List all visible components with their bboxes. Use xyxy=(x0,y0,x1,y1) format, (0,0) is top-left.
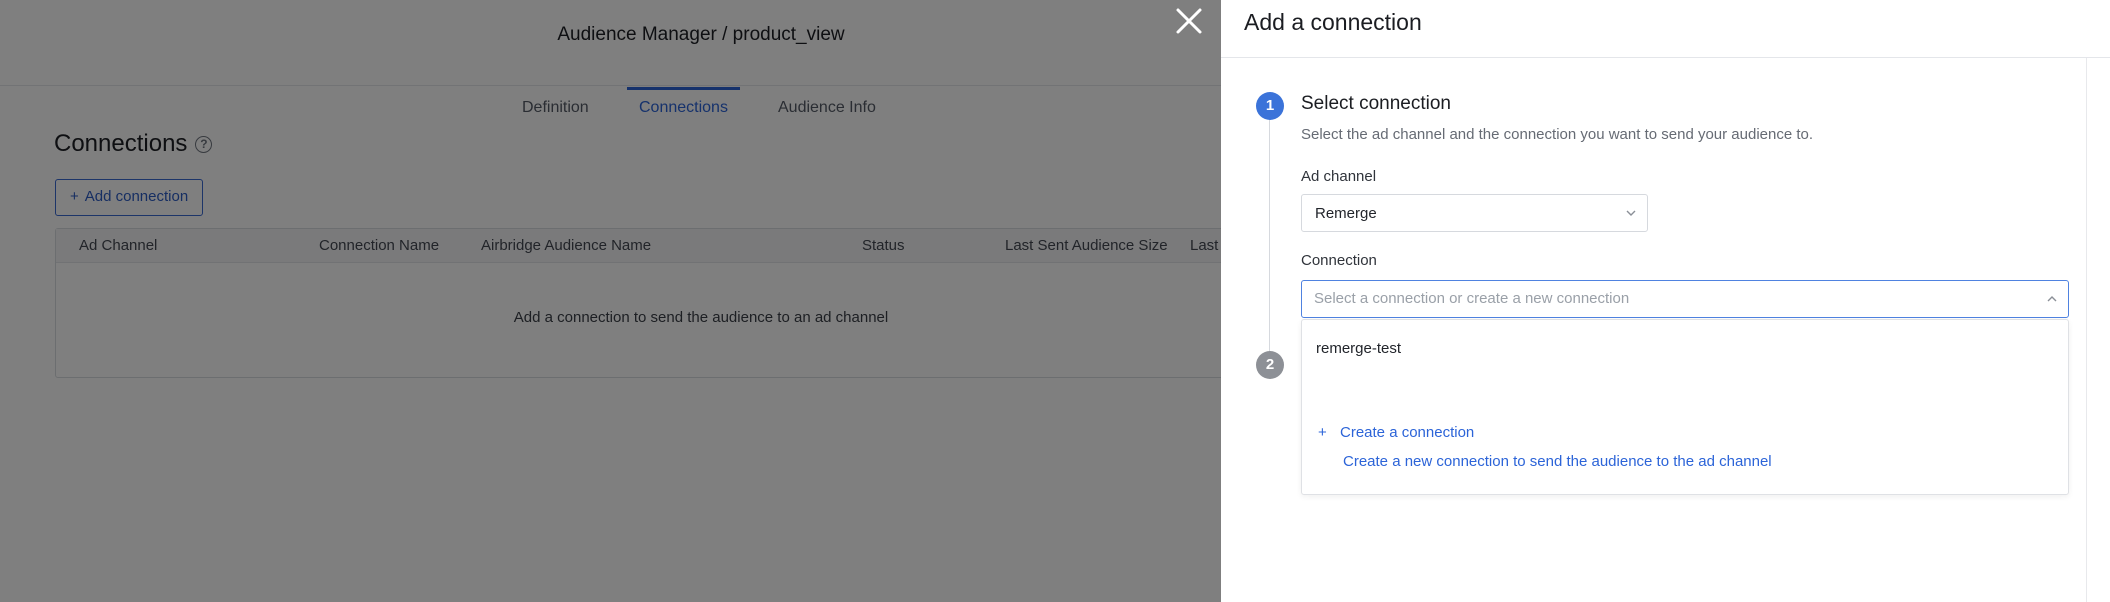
add-connection-drawer: Add a connection 1 2 Select connection S… xyxy=(1221,0,2110,602)
step-connector-line xyxy=(1269,118,1270,358)
connection-label: Connection xyxy=(1301,252,1377,269)
create-connection-label: Create a connection xyxy=(1340,424,1475,441)
connection-dropdown-menu: remerge-test + Create a connection Create… xyxy=(1301,319,2069,495)
drawer-title: Add a connection xyxy=(1244,9,1422,35)
modal-overlay[interactable] xyxy=(0,0,1221,602)
step-1-indicator: 1 xyxy=(1256,92,1284,120)
connection-select[interactable]: Select a connection or create a new conn… xyxy=(1301,280,2069,318)
ad-channel-select[interactable]: Remerge xyxy=(1301,194,1648,232)
connection-placeholder: Select a connection or create a new conn… xyxy=(1314,290,1630,307)
chevron-up-icon xyxy=(2047,296,2057,302)
connection-option-remerge-test[interactable]: remerge-test xyxy=(1316,340,1401,357)
ad-channel-label: Ad channel xyxy=(1301,168,1377,185)
drawer-header: Add a connection xyxy=(1221,0,2110,58)
step-2-indicator: 2 xyxy=(1256,351,1284,379)
chevron-down-icon xyxy=(1626,210,1636,216)
plus-icon: + xyxy=(1318,424,1327,441)
drawer-divider xyxy=(2086,58,2087,602)
close-icon[interactable] xyxy=(1172,4,1206,38)
step-1-description: Select the ad channel and the connection… xyxy=(1301,126,1814,143)
create-connection-link[interactable]: + Create a connection xyxy=(1318,424,1474,441)
ad-channel-value: Remerge xyxy=(1315,205,1377,222)
step-1-title: Select connection xyxy=(1301,93,1451,114)
create-connection-description[interactable]: Create a new connection to send the audi… xyxy=(1343,453,1772,470)
